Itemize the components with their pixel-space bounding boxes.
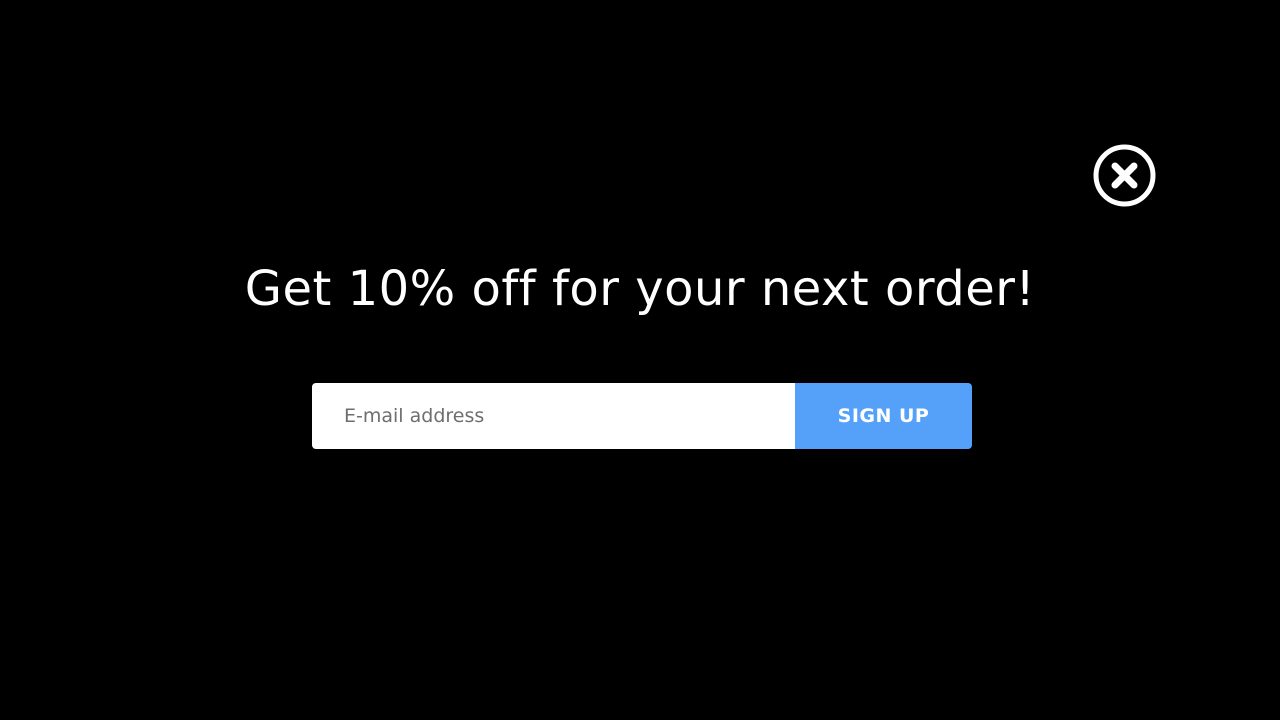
- signup-button[interactable]: SIGN UP: [795, 383, 972, 449]
- signup-form: SIGN UP: [312, 383, 972, 449]
- email-input[interactable]: [312, 383, 795, 449]
- close-circle-icon: [1093, 144, 1156, 207]
- close-button[interactable]: [1093, 144, 1156, 207]
- popup-headline: Get 10% off for your next order!: [244, 261, 1036, 317]
- popup-overlay: Get 10% off for your next order! SIGN UP: [0, 0, 1280, 720]
